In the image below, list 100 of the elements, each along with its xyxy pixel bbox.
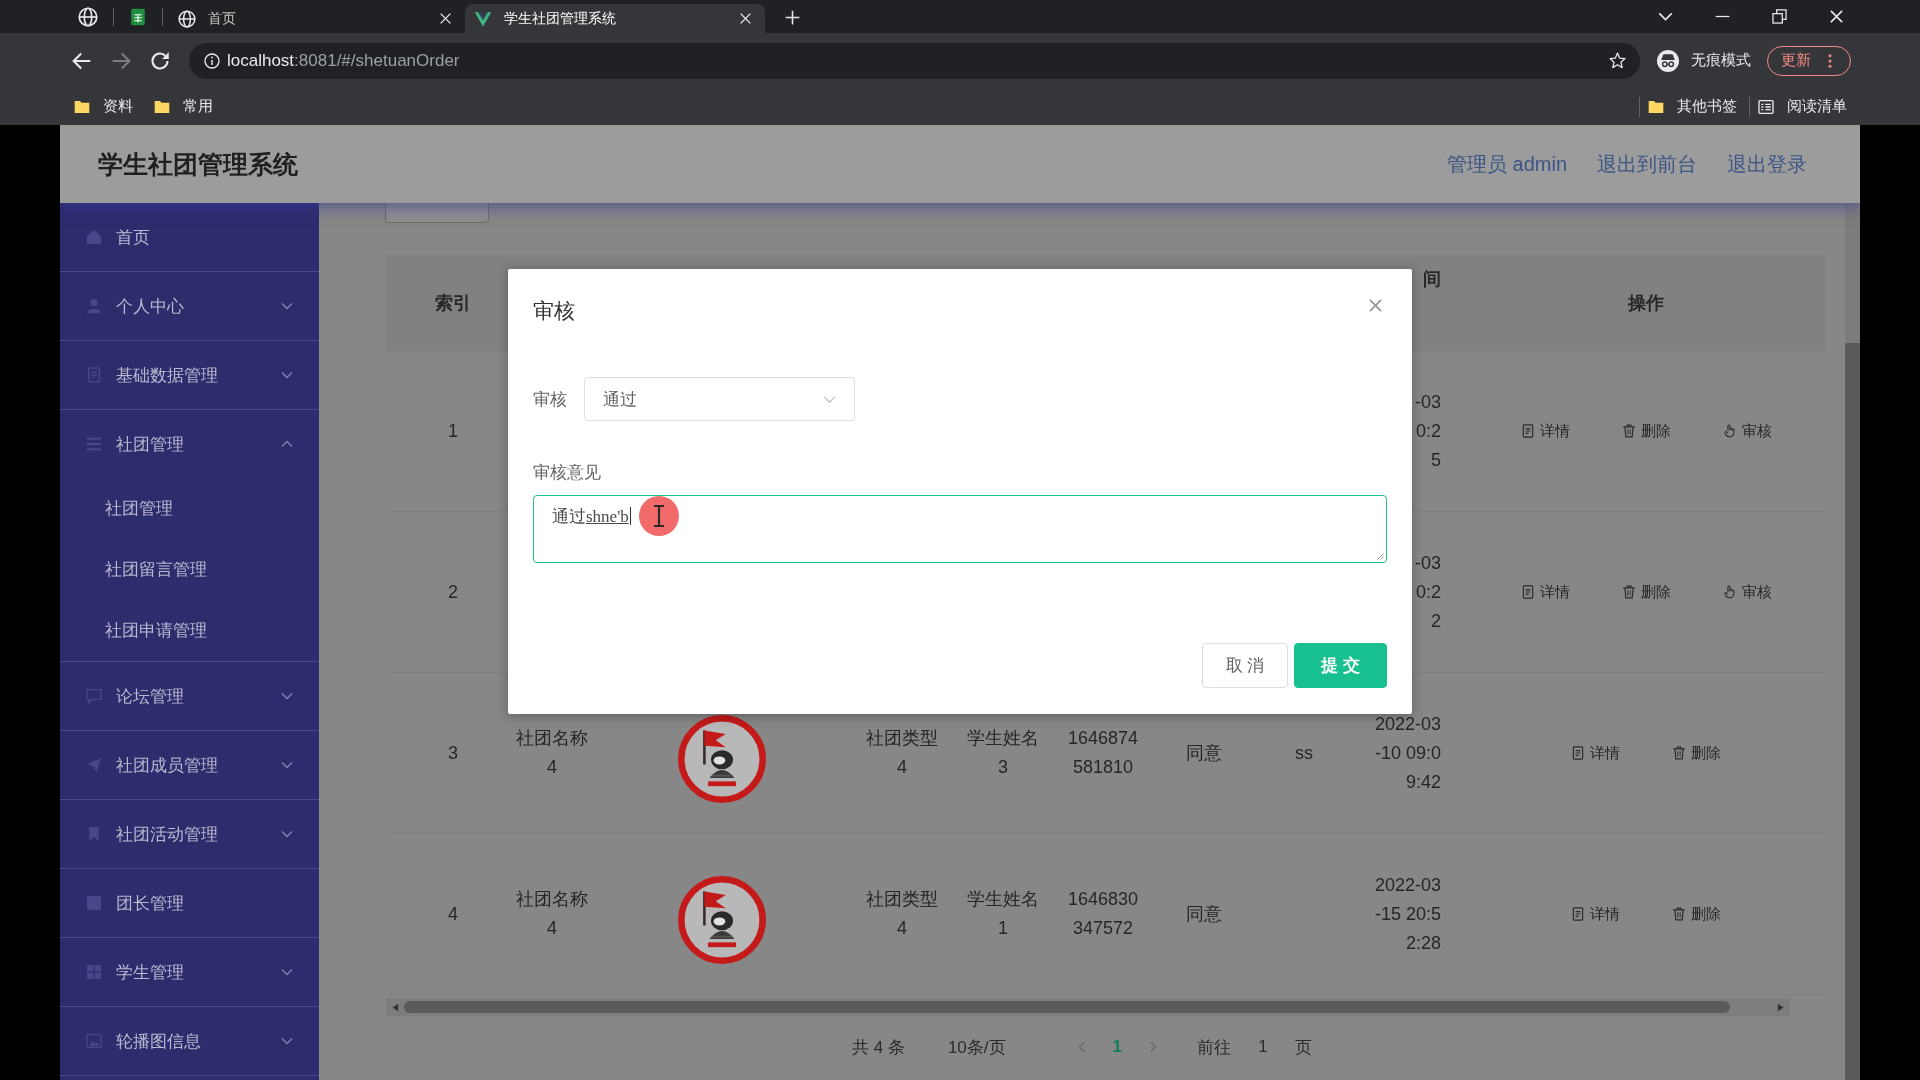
caret-right-icon[interactable] [1776, 1002, 1785, 1012]
detail-button[interactable]: 详情 [1520, 582, 1570, 602]
bookmark-folder[interactable]: 资料 [74, 97, 133, 116]
reload-icon[interactable] [150, 50, 170, 71]
trash-icon [1621, 585, 1636, 599]
page-input[interactable]: 1 [1241, 1034, 1285, 1060]
sidebar-item[interactable]: 学生管理 [60, 938, 319, 1006]
trash-icon [1672, 746, 1686, 760]
sidebar-subitem[interactable]: 社团留言管理 [60, 539, 319, 600]
grid-icon [86, 964, 102, 980]
vertical-scrollbar[interactable] [1845, 203, 1860, 1080]
dialog-title: 审核 [533, 299, 575, 323]
trash-icon [1621, 424, 1636, 438]
detail-button[interactable]: 详情 [1571, 743, 1620, 763]
admin-user-label: 管理员 admin [1446, 151, 1567, 177]
hand-icon [1722, 424, 1737, 438]
sidebar-item[interactable]: 社团活动管理 [60, 800, 319, 868]
incognito-label: 无痕模式 [1691, 51, 1751, 70]
row-index: 2 [448, 580, 458, 604]
address-bar[interactable]: localhost:8081/#/shetuanOrder [189, 42, 1640, 79]
chat-icon [86, 688, 102, 704]
document-icon [1571, 746, 1585, 760]
review-comment: ss [1295, 741, 1313, 765]
student-name: 学生姓名 3 [967, 727, 1039, 779]
comment-textarea[interactable]: 通过shne'b [533, 495, 1387, 563]
resize-handle-icon[interactable] [1374, 550, 1384, 560]
sidebar-item[interactable]: 社团成员管理 [60, 731, 319, 799]
scrollbar-thumb[interactable] [1845, 343, 1860, 1080]
image-icon [86, 1033, 102, 1049]
club-name: 社团名称 4 [516, 727, 588, 779]
v-logo-icon [474, 9, 492, 28]
delete-button[interactable]: 删除 [1621, 421, 1671, 441]
review-select[interactable]: 通过 [584, 377, 855, 421]
text-caret [629, 507, 631, 525]
sidebar-item[interactable]: 基础数据管理 [60, 341, 319, 409]
document-icon [1571, 907, 1585, 921]
apply-time: 2022-03 -15 20:5 2:28 [1374, 873, 1441, 955]
document-icon [86, 367, 102, 383]
document-icon [1520, 585, 1535, 599]
delete-button[interactable]: 删除 [1672, 904, 1721, 924]
bookmark-folder[interactable]: 常用 [154, 97, 213, 116]
forward-arrow-icon[interactable] [111, 50, 131, 71]
sidebar-item[interactable]: 社团管理 [60, 410, 319, 478]
globe-icon [178, 9, 196, 28]
incognito-icon[interactable] [1657, 49, 1679, 72]
apply-time: -03 0:2 5 [1415, 390, 1441, 472]
cursor-highlight-icon [638, 496, 679, 536]
bookmark-folder[interactable]: 其他书签 [1648, 97, 1737, 116]
field-label: 审核意见 [533, 462, 601, 484]
review-status: 同意 [1186, 902, 1222, 926]
trash-icon [1672, 907, 1686, 921]
sidebar-item[interactable]: 论坛管理 [60, 662, 319, 730]
club-type: 社团类型 4 [866, 888, 938, 940]
info-icon[interactable] [204, 52, 220, 69]
horizontal-scrollbar[interactable] [386, 998, 1790, 1016]
column-header: 索引 [435, 292, 471, 315]
page-size-select[interactable]: 10条/页 [947, 1035, 1006, 1059]
sidebar-subitem[interactable]: 社团申请管理 [60, 600, 319, 661]
review-button[interactable]: 审核 [1722, 421, 1772, 441]
goto-label: 前往 [1197, 1036, 1231, 1059]
folder-icon [74, 98, 90, 115]
field-label: 审核 [533, 388, 568, 411]
detail-button[interactable]: 详情 [1520, 421, 1570, 441]
browser-tab[interactable]: 首页 [169, 4, 465, 33]
caret-left-icon[interactable] [391, 1002, 400, 1012]
spreadsheet-icon[interactable] [129, 8, 147, 26]
sidebar-item[interactable]: 个人中心 [60, 272, 319, 340]
column-header: 操作 [1628, 292, 1664, 315]
delete-button[interactable]: 删除 [1672, 743, 1721, 763]
sidebar-subitem[interactable]: 社团管理 [60, 478, 319, 539]
bookmark-icon [86, 826, 102, 842]
globe-icon[interactable] [78, 7, 98, 27]
browser-tab[interactable]: 学生社团管理系统 [465, 4, 765, 33]
total-count: 共 4 条 [852, 1036, 905, 1059]
square-icon [86, 895, 102, 911]
row-index: 1 [448, 419, 458, 443]
reading-list-button[interactable]: 阅读清单 [1758, 97, 1847, 116]
student-name: 学生姓名 1 [967, 888, 1039, 940]
sidebar-item[interactable]: 团长管理 [60, 869, 319, 937]
sidebar-item[interactable]: 首页 [60, 203, 319, 271]
club-type: 社团类型 4 [866, 727, 938, 779]
restore-icon[interactable] [1772, 9, 1787, 24]
sidebar-item[interactable]: 轮播图信息 [60, 1007, 319, 1075]
back-arrow-icon[interactable] [72, 50, 92, 71]
review-button[interactable]: 审核 [1722, 582, 1772, 602]
apply-time: 2022-03 -10 09:0 9:42 [1374, 712, 1441, 794]
app-title: 学生社团管理系统 [98, 148, 298, 180]
cancel-button[interactable]: 取 消 [1202, 643, 1288, 688]
plus-icon[interactable] [785, 10, 800, 25]
paper-plane-icon [86, 757, 102, 773]
star-icon[interactable] [1609, 52, 1626, 69]
scrollbar-thumb[interactable] [404, 1001, 1730, 1013]
document-icon [1520, 424, 1535, 438]
home-icon [86, 229, 102, 245]
page-suffix: 页 [1295, 1036, 1312, 1059]
detail-button[interactable]: 详情 [1571, 904, 1620, 924]
club-name: 社团名称 4 [516, 888, 588, 940]
row-index: 3 [448, 741, 458, 765]
user-icon [86, 298, 102, 314]
delete-button[interactable]: 删除 [1621, 582, 1671, 602]
